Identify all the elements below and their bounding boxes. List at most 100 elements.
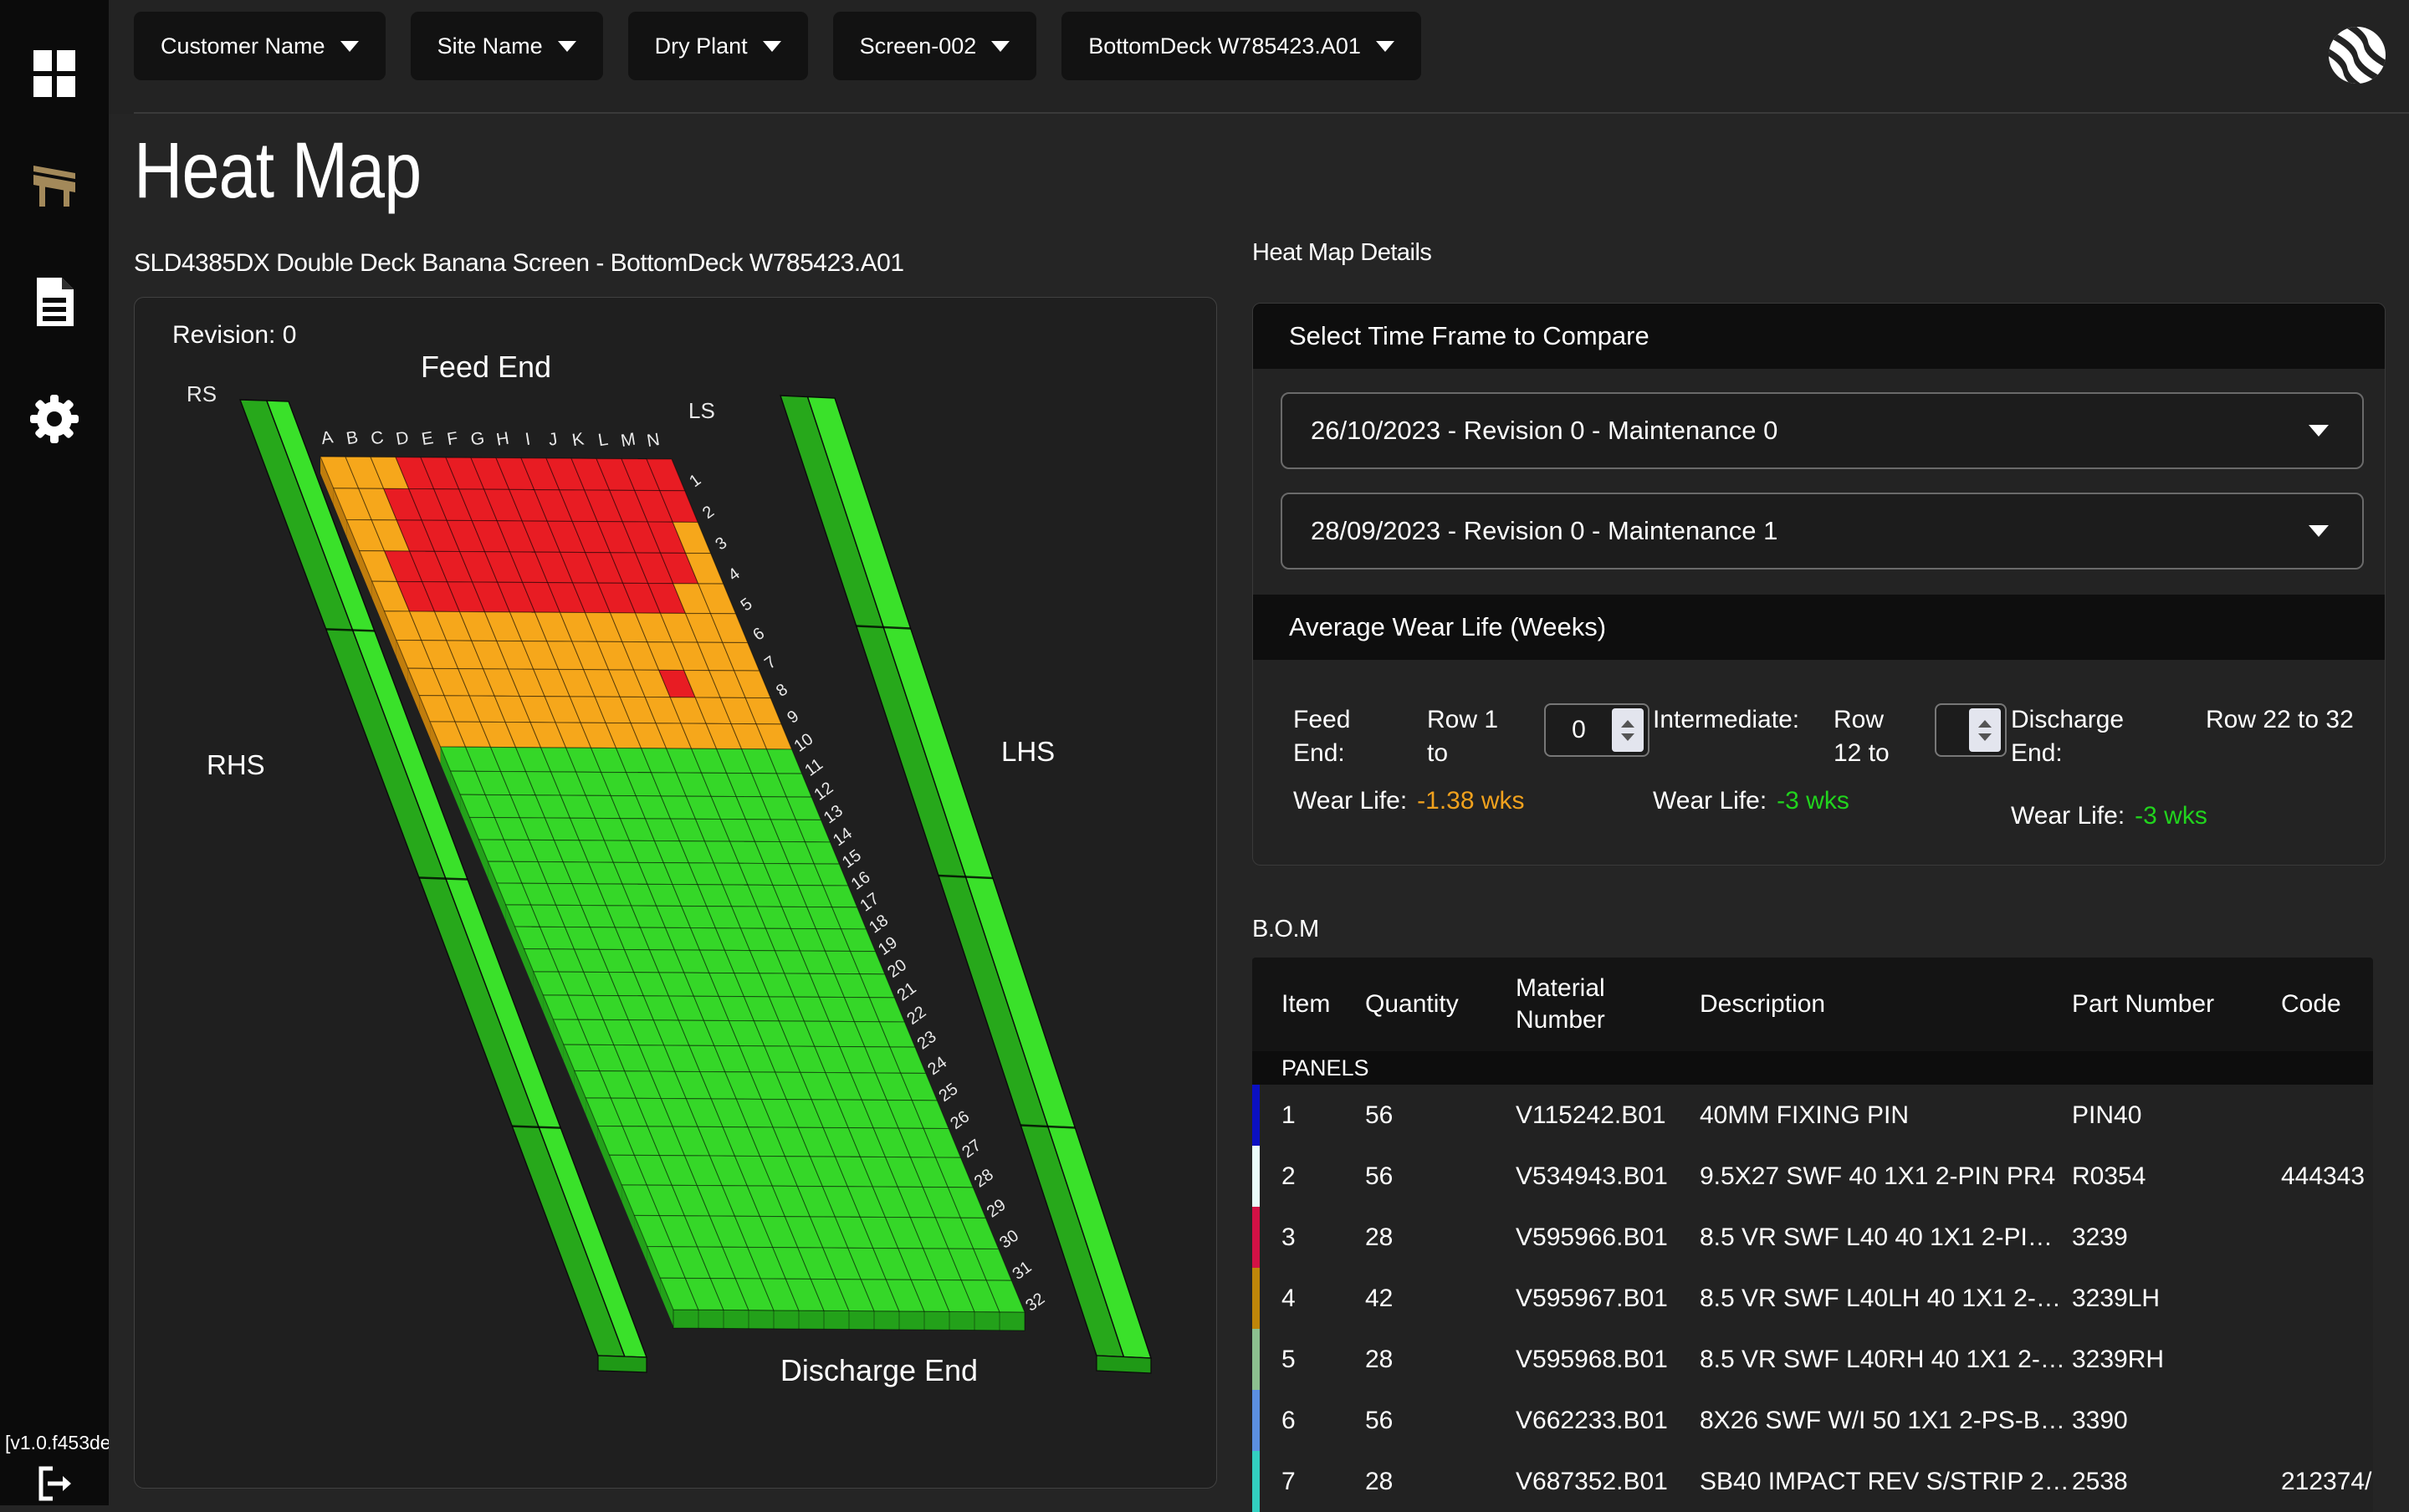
spinner-stepper[interactable] [1612, 708, 1644, 752]
table-row[interactable]: 728V687352.B01SB40 IMPACT REV S/STRIP 2…… [1252, 1451, 2373, 1512]
table-cell: 56 [1365, 1162, 1516, 1191]
sidebar-item-reports[interactable] [0, 276, 109, 328]
table-cell: V595967.B01 [1516, 1285, 1700, 1313]
wear-life-line: Wear Life: -1.38 wks [1293, 787, 1525, 815]
row-number: 9 [784, 707, 802, 727]
column-letter: J [547, 429, 559, 449]
table-cell: R0354 [2072, 1162, 2281, 1191]
sidebar-item-settings[interactable] [0, 393, 109, 445]
logout-button[interactable] [0, 1465, 109, 1502]
wear-life-line: Wear Life: -3 wks [2011, 802, 2207, 830]
filter-screen-002[interactable]: Screen-002 [833, 12, 1037, 80]
table-cell: 4 [1281, 1285, 1365, 1313]
table-cell: SB40 IMPACT REV S/STRIP 2… [1700, 1468, 2072, 1496]
row-number: 1 [686, 471, 704, 491]
filter-label: Dry Plant [655, 33, 748, 59]
discharge-end-label: Discharge End [754, 1353, 1005, 1388]
wear-group-range: Row 1 to [1427, 703, 1517, 770]
app-version: [v1.0.f453de [5, 1432, 109, 1454]
table-row[interactable]: 156V115242.B0140MM FIXING PINPIN40 [1252, 1085, 2373, 1146]
filter-dry-plant[interactable]: Dry Plant [628, 12, 808, 80]
rail-cap [1097, 1356, 1151, 1373]
table-cell: 28 [1365, 1346, 1516, 1374]
column-letter: I [524, 430, 531, 450]
column-letter: B [345, 427, 359, 448]
row-number: 24 [924, 1053, 950, 1079]
row-color-stripe [1252, 1207, 1260, 1268]
wear-group-label: Intermediate: [1653, 703, 1830, 737]
table-cell: 444343 [2281, 1162, 2373, 1191]
row-number: 15 [839, 846, 865, 872]
row-number: 14 [830, 824, 856, 850]
row-number: 31 [1010, 1258, 1036, 1284]
chevron-down-icon [991, 41, 1010, 52]
row-range-spinner[interactable] [1935, 703, 2007, 757]
document-icon [32, 276, 77, 328]
table-cell: 9.5X27 SWF 40 1X1 2-PIN PR4 [1700, 1162, 2072, 1191]
column-letter: C [370, 428, 386, 449]
table-cell: V534943.B01 [1516, 1162, 1700, 1191]
filter-bar: Customer Name Site Name Dry Plant Screen-00… [109, 0, 2409, 92]
sidebar-item-dashboard[interactable] [0, 50, 109, 99]
table-cell: 56 [1365, 1407, 1516, 1435]
wear-life-value: -3 wks [2135, 802, 2207, 830]
heatmap-3d-view[interactable]: ABCDEFGHIJKLMN12345678910111213141516171… [135, 298, 1217, 1489]
wear-group-range: Row 22 to 32 [2206, 703, 2356, 737]
bom-column-header: Item [1281, 988, 1365, 1020]
row-color-stripe [1252, 1329, 1260, 1390]
timeframe-select-2[interactable]: 28/09/2023 - Revision 0 - Maintenance 1 [1281, 493, 2364, 570]
table-cell: 3 [1281, 1223, 1365, 1252]
table-row[interactable]: 656V662233.B018X26 SWF W/I 50 1X1 2-PS-B… [1252, 1390, 2373, 1451]
brand-logo-icon [2325, 23, 2389, 91]
ls-label: LS [688, 398, 715, 424]
table-cell: 8.5 VR SWF L40LH 40 1X1 2-… [1700, 1285, 2072, 1313]
sidebar-item-screen-deck[interactable] [0, 157, 109, 212]
table-cell: 42 [1365, 1285, 1516, 1313]
lhs-label: LHS [1001, 736, 1055, 768]
spinner-stepper[interactable] [1969, 708, 2001, 752]
table-cell: 2 [1281, 1162, 1365, 1191]
wear-life-line: Wear Life:-3 wks [1653, 787, 1849, 815]
main-content: Heat Map SLD4385DX Double Deck Banana Sc… [109, 114, 2409, 1505]
rs-label: RS [187, 381, 217, 407]
bom-table-header: ItemQuantityMaterial NumberDescriptionPa… [1252, 958, 2373, 1051]
row-number: 26 [947, 1107, 973, 1133]
table-cell: 8X26 SWF W/I 50 1X1 2-PS-B… [1700, 1407, 2072, 1435]
avg-wear-section-header: Average Wear Life (Weeks) [1253, 595, 2385, 660]
column-letter: L [596, 430, 609, 451]
timeframe-select-1[interactable]: 26/10/2023 - Revision 0 - Maintenance 0 [1281, 392, 2364, 469]
table-cell: 8.5 VR SWF L40RH 40 1X1 2-… [1700, 1346, 2072, 1374]
row-number: 28 [971, 1166, 997, 1192]
timeframe-1-value: 26/10/2023 - Revision 0 - Maintenance 0 [1311, 416, 2309, 446]
row-range-spinner[interactable]: 0 [1544, 703, 1649, 757]
bom-column-header: Code [2281, 988, 2373, 1020]
table-cell: V595968.B01 [1516, 1346, 1700, 1374]
filter-label: BottomDeck W785423.A01 [1088, 33, 1361, 59]
table-row[interactable]: 328V595966.B018.5 VR SWF L40 40 1X1 2-PI… [1252, 1207, 2373, 1268]
row-number: 18 [866, 912, 892, 937]
row-number: 27 [959, 1136, 985, 1162]
row-color-stripe [1252, 1451, 1260, 1512]
chevron-up-icon [1978, 720, 1992, 728]
revision-label: Revision: 0 [172, 321, 296, 350]
wear-life-label: Wear Life: [2011, 802, 2125, 830]
row-number: 7 [761, 652, 780, 672]
feed-end-label: Feed End [377, 350, 595, 385]
column-letter: E [420, 428, 434, 449]
wear-group-label: Feed End: [1293, 703, 1387, 770]
table-row[interactable]: 528V595968.B018.5 VR SWF L40RH 40 1X1 2-… [1252, 1329, 2373, 1390]
table-cell: 3239RH [2072, 1346, 2281, 1374]
filter-customer-name[interactable]: Customer Name [134, 12, 386, 80]
table-row[interactable]: 256V534943.B019.5X27 SWF 40 1X1 2-PIN PR… [1252, 1146, 2373, 1207]
table-row[interactable]: 442V595967.B018.5 VR SWF L40LH 40 1X1 2-… [1252, 1268, 2373, 1329]
chevron-down-icon [558, 41, 576, 52]
filter-bottomdeck-w785423-a01[interactable]: BottomDeck W785423.A01 [1061, 12, 1421, 80]
wear-life-value: -1.38 wks [1417, 787, 1524, 815]
filter-site-name[interactable]: Site Name [411, 12, 603, 80]
row-number: 29 [984, 1196, 1010, 1222]
chevron-down-icon [2309, 425, 2329, 437]
wear-life-label: Wear Life: [1293, 787, 1407, 815]
row-number: 3 [712, 534, 730, 554]
filter-label: Screen-002 [860, 33, 977, 59]
row-number: 17 [857, 890, 882, 916]
